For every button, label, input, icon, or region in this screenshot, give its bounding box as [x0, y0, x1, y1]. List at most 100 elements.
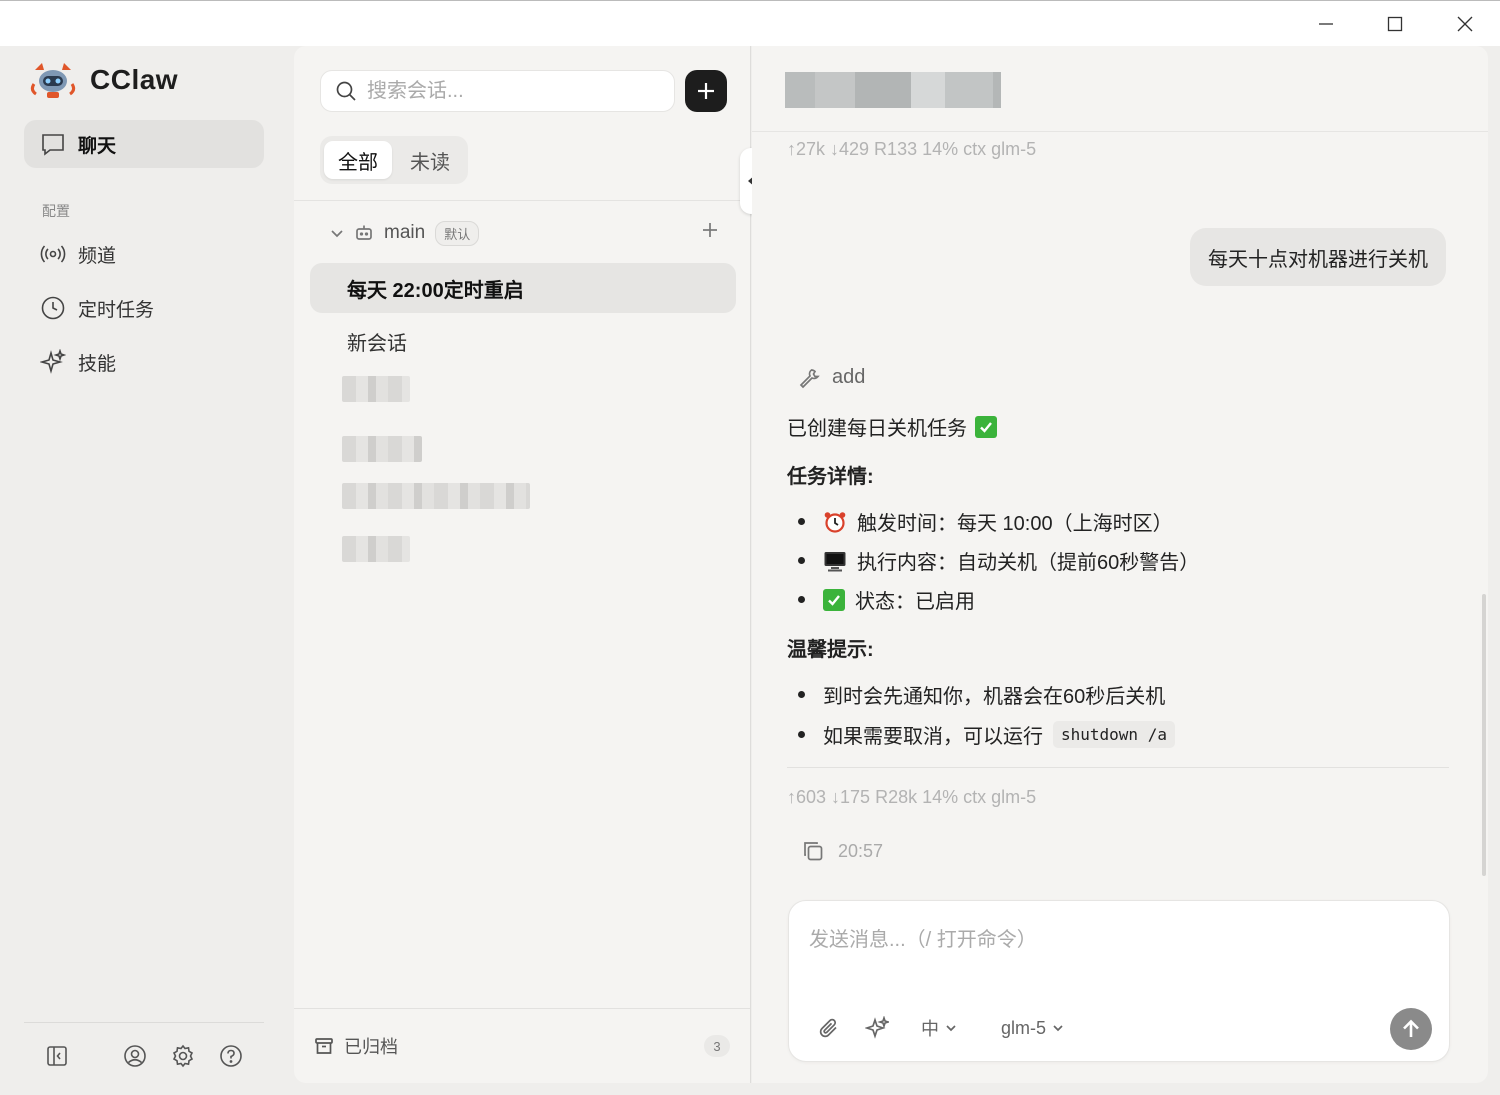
search-input[interactable] — [367, 79, 657, 103]
detail-item: 执行内容：自动关机（提前60秒警告） — [798, 546, 1199, 575]
message-composer: 中 glm-5 — [788, 900, 1450, 1062]
conversation-item[interactable]: 新会话 — [310, 316, 736, 366]
sidebar-item-skills[interactable]: 技能 — [24, 338, 264, 386]
detail-text: 触发时间：每天 10:00（上海时区） — [857, 513, 1173, 535]
user-icon — [124, 1045, 146, 1067]
sidebar: CClaw 聊天 配置 频道 定时任务 技能 — [0, 46, 290, 1095]
broadcast-icon — [40, 245, 66, 263]
conversation-filter-tabs: 全部 未读 — [320, 136, 468, 184]
check-mark-icon — [823, 588, 845, 611]
redacted-conversation[interactable] — [342, 483, 530, 509]
minimize-button[interactable] — [1296, 1, 1356, 47]
tab-all[interactable]: 全部 — [324, 141, 392, 179]
redacted-conversation[interactable] — [342, 376, 410, 402]
app-logo-icon — [30, 63, 76, 98]
model-select[interactable]: glm-5 — [1001, 1018, 1064, 1039]
alarm-clock-icon — [824, 511, 846, 533]
redacted-conversation[interactable] — [342, 436, 422, 462]
sidebar-item-label: 聊天 — [78, 135, 117, 157]
send-button[interactable] — [1390, 1008, 1432, 1050]
details-heading: 任务详情: — [787, 466, 874, 488]
divider — [787, 767, 1449, 768]
bullet-dot — [798, 691, 805, 698]
language-select[interactable]: 中 — [921, 1015, 1001, 1041]
minimize-icon — [1319, 23, 1333, 25]
token-usage-meta: ↑27k ↓429 R133 14% ctx glm-5 — [787, 139, 1037, 159]
language-value: 中 — [921, 1019, 939, 1039]
bullet-dot — [798, 518, 805, 525]
attach-button[interactable] — [817, 1016, 865, 1040]
group-name: main — [384, 222, 426, 243]
divider — [294, 200, 750, 201]
brand: CClaw — [30, 60, 178, 100]
redacted-conversation[interactable] — [342, 536, 410, 562]
sidebar-toggle-icon — [47, 1046, 67, 1066]
tips-heading: 温馨提示: — [787, 639, 874, 661]
search-icon — [336, 81, 356, 101]
chat-panel: ↑27k ↓429 R133 14% ctx glm-5 每天十点对机器进行关机… — [752, 46, 1488, 1083]
model-value: glm-5 — [1001, 1017, 1047, 1038]
tip-item: 如果需要取消，可以运行 shutdown /a — [798, 720, 1175, 749]
detail-text: 执行内容：自动关机（提前60秒警告） — [857, 552, 1200, 574]
search-box[interactable] — [320, 70, 675, 112]
chevron-down-icon — [1053, 1025, 1063, 1032]
sidebar-item-scheduled-tasks[interactable]: 定时任务 — [24, 284, 264, 332]
token-usage-meta: ↑603 ↓175 R28k 14% ctx glm-5 — [787, 787, 1037, 807]
scrollbar[interactable] — [1482, 594, 1486, 876]
tip-text: 如果需要取消，可以运行 — [823, 726, 1043, 748]
settings-button[interactable] — [170, 1043, 196, 1069]
archived-section[interactable]: 已归档 3 — [294, 1008, 750, 1083]
bullet-dot — [798, 731, 805, 738]
sidebar-item-label: 频道 — [78, 245, 117, 267]
chevron-down-icon — [331, 230, 343, 238]
sidebar-item-label: 技能 — [78, 353, 117, 375]
detail-item: 状态：已启用 — [798, 585, 975, 614]
account-button[interactable] — [122, 1043, 148, 1069]
tip-text: 到时会先通知你，机器会在60秒后关机 — [823, 686, 1166, 708]
sparkle-icon — [865, 1016, 889, 1039]
message-input[interactable] — [809, 923, 1429, 983]
close-button[interactable] — [1435, 1, 1495, 47]
arrow-up-icon — [1403, 1019, 1419, 1037]
sidebar-item-label: 定时任务 — [78, 299, 155, 321]
skills-button[interactable] — [865, 1016, 921, 1040]
sidebar-footer — [24, 1022, 264, 1092]
add-conversation-icon[interactable] — [700, 220, 720, 240]
new-conversation-button[interactable] — [685, 70, 727, 112]
sparkle-icon — [40, 349, 66, 374]
tool-call-add[interactable]: add — [798, 366, 865, 389]
computer-icon — [824, 551, 846, 571]
title-bar — [0, 0, 1500, 46]
bullet-dot — [798, 596, 805, 603]
default-badge: 默认 — [435, 220, 480, 246]
conversation-panel: 全部 未读 main 默认 每天 22:00定时重启 新会话 已归档 3 — [294, 46, 751, 1083]
close-icon — [1457, 16, 1473, 32]
detail-item: 触发时间：每天 10:00（上海时区） — [798, 507, 1173, 536]
tab-unread[interactable]: 未读 — [396, 141, 464, 179]
redacted-chat-title — [785, 72, 1001, 108]
check-mark-icon — [975, 415, 997, 438]
robot-icon — [356, 225, 372, 240]
clock-icon — [41, 296, 65, 320]
conversation-item[interactable]: 每天 22:00定时重启 — [310, 263, 736, 313]
help-button[interactable] — [218, 1043, 244, 1069]
maximize-button[interactable] — [1365, 1, 1425, 47]
maximize-icon — [1387, 16, 1403, 32]
reply-text: 已创建每日关机任务 — [787, 418, 967, 440]
archived-label: 已归档 — [314, 1033, 398, 1059]
detail-text: 状态：已启用 — [855, 591, 975, 613]
archive-box-icon — [315, 1038, 333, 1054]
agent-group-main[interactable]: main 默认 — [330, 218, 720, 248]
chevron-down-icon — [946, 1025, 956, 1032]
copy-icon[interactable] — [802, 840, 824, 862]
help-icon — [220, 1045, 242, 1067]
sidebar-item-chat[interactable]: 聊天 — [24, 120, 264, 168]
sidebar-toggle-button[interactable] — [44, 1043, 70, 1069]
wrench-icon — [799, 368, 820, 388]
archived-count-badge: 3 — [704, 1035, 730, 1057]
archived-text: 已归档 — [344, 1037, 398, 1057]
message-actions: 20:57 — [802, 840, 883, 862]
tool-name: add — [832, 366, 866, 388]
sidebar-item-channels[interactable]: 频道 — [24, 230, 264, 278]
gear-icon — [172, 1044, 194, 1068]
